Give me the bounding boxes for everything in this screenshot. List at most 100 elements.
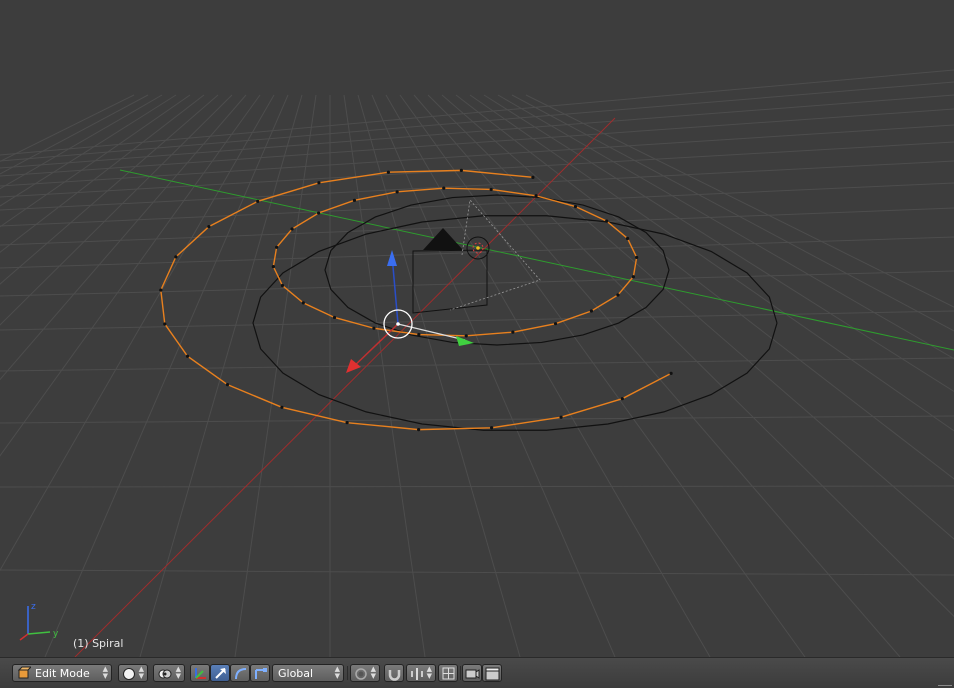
snap-toggle-button[interactable] — [384, 664, 404, 682]
camera-triangle — [423, 228, 463, 250]
grid-line — [0, 94, 149, 175]
updown-icon: ▲ ▼ — [426, 665, 432, 680]
arrow-icon — [215, 668, 226, 679]
curve-control-point — [271, 264, 275, 269]
curve-control-point — [280, 283, 285, 288]
header-corner-mark — [938, 685, 952, 686]
widget-z-label: z — [31, 602, 36, 612]
grid-line — [0, 124, 954, 187]
circle-dot-icon — [355, 668, 367, 680]
curve-control-point — [625, 236, 630, 241]
separator — [460, 666, 461, 680]
curve-control-point — [620, 397, 624, 401]
curve-control-point — [207, 224, 211, 229]
cube-edit-icon — [17, 666, 31, 679]
curve-control-point — [395, 190, 399, 194]
curve-control-point — [280, 405, 284, 409]
curve-control-point — [317, 211, 321, 215]
curve-control-point — [534, 194, 538, 198]
scale-manipulator-button[interactable] — [250, 664, 270, 682]
curve-control-point — [490, 426, 494, 430]
updown-icon: ▲ ▼ — [370, 665, 376, 680]
camera-icon — [465, 669, 480, 679]
axes-icon — [195, 668, 206, 679]
pivot-point-icon — [158, 669, 172, 679]
curve-control-point — [332, 315, 337, 320]
grid-line — [0, 270, 954, 297]
grid-line — [0, 94, 135, 162]
grid-line — [0, 94, 247, 381]
updown-icon: ▲ ▼ — [138, 665, 144, 680]
curve-control-point — [553, 322, 558, 326]
grid-line — [0, 310, 954, 331]
manipulator-toggle-button[interactable] — [190, 664, 210, 682]
x-manipulator-axis — [349, 323, 399, 371]
grid-line — [0, 81, 954, 162]
curve-control-point — [301, 301, 305, 305]
snap-target-button[interactable] — [438, 664, 458, 682]
curve-control-point — [417, 428, 421, 432]
mirror-icon — [411, 668, 423, 680]
curve-control-point — [459, 168, 463, 172]
curve-control-point — [616, 293, 620, 297]
updown-icon: ▲ ▼ — [102, 665, 108, 680]
render-animation-button[interactable] — [482, 664, 502, 682]
widget-y-axis — [27, 631, 51, 635]
orientation-label: Global — [278, 666, 314, 680]
y-manipulator-axis — [397, 323, 466, 341]
y-arrow-icon — [456, 336, 474, 346]
curve-control-point — [511, 330, 515, 334]
arc-icon — [235, 668, 247, 680]
curve-control-point — [605, 219, 609, 223]
mode-select[interactable]: Edit Mode ▲ ▼ — [12, 664, 112, 682]
curve-control-point — [256, 199, 260, 203]
curve-control-point — [464, 334, 468, 338]
grid-line — [0, 94, 275, 572]
snap-target-icon — [442, 667, 455, 680]
widget-x-axis — [19, 633, 29, 641]
viewport-scene: zy — [0, 69, 954, 657]
rotate-manipulator-button[interactable] — [230, 664, 250, 682]
3d-viewport[interactable]: zy (1) Spiral — [0, 0, 954, 657]
curve-control-point — [275, 245, 279, 249]
curve-control-point — [559, 415, 563, 419]
sphere-solid-icon — [123, 668, 135, 680]
curve-control-point — [185, 354, 190, 358]
curve-control-point — [589, 309, 593, 313]
light-lines — [449, 199, 541, 311]
curve-control-point — [345, 421, 349, 425]
lamp-dot — [476, 246, 480, 250]
grid-line — [0, 94, 233, 326]
camera-body — [412, 249, 488, 314]
snap-element-select[interactable]: ▲ ▼ — [406, 664, 436, 682]
3d-cursor-center — [396, 322, 400, 326]
curve-control-point — [174, 255, 178, 259]
updown-icon: ▲ ▼ — [175, 665, 181, 680]
grid-line — [0, 94, 177, 207]
pivot-point-select[interactable]: ▲ ▼ — [153, 664, 185, 682]
proportional-edit-select[interactable]: ▲ ▼ — [350, 664, 380, 682]
curve-control-point — [635, 255, 639, 260]
grid-line — [44, 94, 289, 657]
curve-control-point — [573, 204, 578, 209]
curve-control-point — [417, 332, 421, 337]
grid-line — [0, 415, 954, 424]
grid-line — [0, 485, 954, 488]
curve-control-point — [317, 181, 321, 185]
clapper-icon — [485, 667, 500, 681]
object-name-label: (1) Spiral — [73, 637, 124, 650]
curve-control-point — [489, 187, 493, 192]
viewport-shading-select[interactable]: ▲ ▼ — [118, 664, 148, 682]
curve-control-point — [225, 383, 230, 387]
widget-y-label: y — [53, 629, 59, 639]
z-arrow-icon — [387, 250, 397, 266]
orientation-select[interactable]: Global ▲ ▼ — [272, 664, 344, 682]
translate-manipulator-button[interactable] — [210, 664, 230, 682]
separator — [347, 666, 348, 680]
curve-control-point — [290, 227, 294, 231]
curve-control-point — [163, 322, 167, 326]
curve-control-point — [442, 186, 446, 190]
scale-icon — [255, 668, 267, 679]
render-opengl-button[interactable] — [462, 664, 482, 682]
viewport-header: Edit Mode ▲ ▼ ▲ ▼ ▲ ▼ Global ▲ ▼ ▲ ▼ ▲ ▼ — [0, 657, 954, 688]
